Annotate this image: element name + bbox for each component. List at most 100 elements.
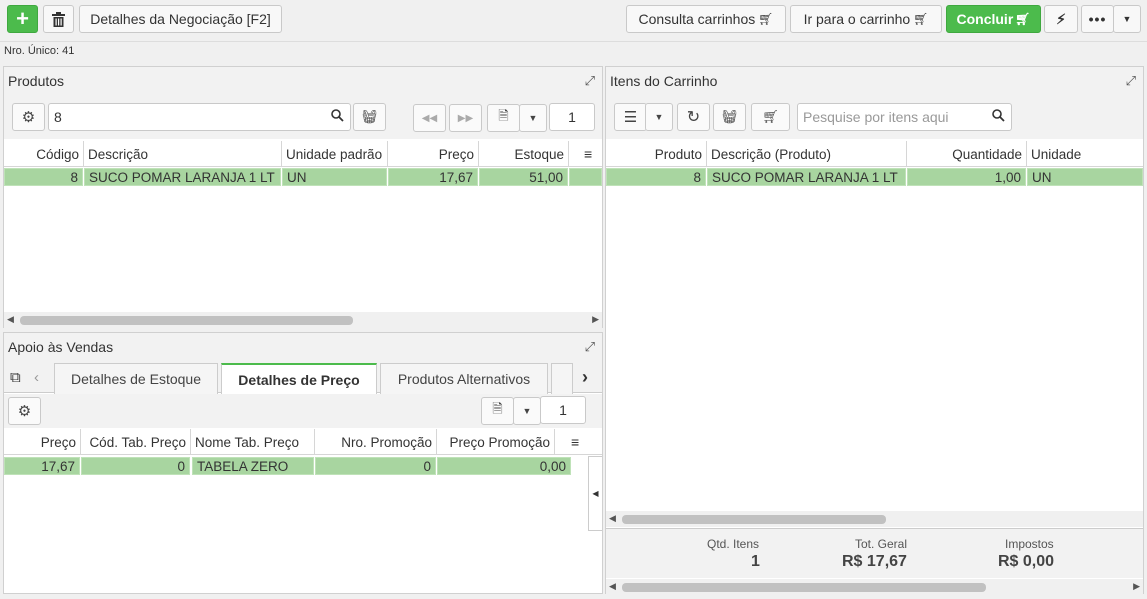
impostos-label: Impostos	[1005, 537, 1054, 551]
cart-icon: 🛒︎	[913, 12, 929, 26]
export-dropdown-button[interactable]: ▼	[519, 104, 547, 132]
col-nro-promocao[interactable]: Nro. Promoção	[315, 429, 437, 455]
clear-cart-button[interactable]: 🛒︎	[751, 103, 790, 131]
cart-search-input[interactable]: Pesquise por itens aqui	[797, 103, 1012, 131]
col-unidade[interactable]: Unidade padrão	[282, 141, 388, 167]
cell-quantidade: 1,00	[907, 168, 1026, 186]
produtos-hscrollbar[interactable]: ◀ ▶	[4, 312, 602, 328]
scroll-left-icon[interactable]: ◀	[609, 581, 616, 592]
action-button[interactable]: ⚡︎	[1044, 5, 1078, 33]
side-collapse-button[interactable]: ◀	[588, 456, 602, 531]
produtos-table-header: Código Descrição Unidade padrão Preço Es…	[4, 141, 602, 167]
cell-descricao: SUCO POMAR LARANJA 1 LT	[707, 168, 906, 186]
scroll-thumb[interactable]	[20, 316, 353, 325]
scroll-left-icon[interactable]: ◀	[609, 513, 616, 524]
ir-carrinho-button[interactable]: Ir para o carrinho 🛒︎	[790, 5, 942, 33]
list-view-button[interactable]: ☰	[614, 103, 647, 131]
concluir-button[interactable]: Concluir 🛒︎	[946, 5, 1041, 33]
list-dropdown-button[interactable]: ▼	[645, 103, 673, 131]
refresh-button[interactable]: ↻	[677, 103, 710, 131]
caret-down-icon: ▼	[654, 112, 664, 122]
produto-search-input[interactable]: 8	[48, 103, 351, 131]
settings-button[interactable]: ⚙︎	[12, 103, 45, 131]
next-page-button[interactable]: ▶▶	[449, 104, 482, 132]
scroll-left-icon[interactable]: ◀	[7, 314, 14, 325]
negotiation-details-label: Detalhes da Negociação [F2]	[90, 11, 271, 27]
export-button[interactable]: 🗎︎	[487, 104, 520, 132]
table-row[interactable]: 8 SUCO POMAR LARANJA 1 LT 1,00 UN	[606, 167, 1143, 187]
column-menu-icon[interactable]: ≡	[571, 429, 589, 455]
file-icon: 🗎︎	[492, 401, 503, 416]
summary-hscrollbar[interactable]: ◀ ▶	[606, 579, 1143, 595]
apoio-vendas-panel: Apoio às Vendas ⤢ ⧉ ‹ Detalhes de Estoqu…	[3, 332, 603, 594]
page-input[interactable]: 1	[540, 396, 586, 424]
tab-detalhes-preco[interactable]: Detalhes de Preço	[221, 363, 377, 394]
gear-icon: ⚙︎	[21, 109, 36, 126]
col-estoque[interactable]: Estoque	[479, 141, 569, 167]
tab-detalhes-estoque[interactable]: Detalhes de Estoque	[54, 363, 218, 394]
lightning-icon: ⚡︎	[1056, 10, 1066, 27]
export-button[interactable]: 🗎︎	[481, 397, 514, 425]
consulta-carrinhos-label: Consulta carrinhos	[638, 11, 756, 27]
col-quantidade[interactable]: Quantidade	[907, 141, 1027, 167]
tab-scroll-left-icon[interactable]: ‹	[34, 369, 39, 386]
copy-icon[interactable]: ⧉	[10, 369, 21, 386]
basket-button[interactable]: 🧺︎	[713, 103, 746, 131]
col-nome-tab-preco[interactable]: Nome Tab. Preço	[191, 429, 315, 455]
export-dropdown-button[interactable]: ▼	[513, 397, 541, 425]
carrinho-hscrollbar[interactable]: ◀	[606, 511, 1143, 527]
consulta-carrinhos-button[interactable]: Consulta carrinhos 🛒︎	[626, 5, 786, 33]
tab-produtos-alternativos[interactable]: Produtos Alternativos	[380, 363, 548, 394]
tab-label: Detalhes de Estoque	[71, 371, 201, 387]
first-page-button[interactable]: ◀◀	[413, 104, 446, 132]
table-row[interactable]: 17,67 0 TABELA ZERO 0 0,00	[4, 456, 602, 476]
col-descricao[interactable]: Descrição	[84, 141, 282, 167]
table-row[interactable]: 8 SUCO POMAR LARANJA 1 LT UN 17,67 51,00	[4, 167, 602, 187]
expand-icon[interactable]: ⤢	[585, 339, 595, 355]
col-codigo[interactable]: Código	[4, 141, 84, 167]
search-placeholder: Pesquise por itens aqui	[803, 109, 949, 125]
add-to-cart-button[interactable]: 🧺︎	[353, 103, 386, 131]
more-dropdown-button[interactable]: ▼	[1113, 5, 1141, 33]
scroll-thumb[interactable]	[622, 515, 886, 524]
expand-icon[interactable]: ⤢	[1126, 73, 1136, 89]
delete-button[interactable]	[43, 5, 74, 33]
column-menu-icon[interactable]: ≡	[584, 141, 602, 167]
search-icon[interactable]	[992, 109, 1005, 125]
col-cod-tab-preco[interactable]: Cód. Tab. Preço	[81, 429, 191, 455]
produtos-title: Produtos	[8, 73, 65, 89]
cell-preco: 17,67	[4, 457, 80, 475]
col-preco[interactable]: Preço	[4, 429, 81, 455]
rewind-icon: ◀◀	[421, 112, 438, 124]
tab-more[interactable]	[551, 363, 573, 394]
page-input[interactable]: 1	[549, 103, 595, 131]
concluir-label: Concluir	[956, 11, 1014, 27]
fast-forward-icon: ▶▶	[457, 112, 474, 124]
caret-down-icon: ▼	[528, 113, 538, 123]
col-preco-promocao[interactable]: Preço Promoção	[437, 429, 555, 455]
search-icon[interactable]	[331, 109, 344, 125]
scroll-thumb[interactable]	[622, 583, 986, 592]
cell-produto: 8	[606, 168, 706, 186]
col-unidade[interactable]: Unidade	[1027, 141, 1143, 167]
col-produto[interactable]: Produto	[606, 141, 707, 167]
col-descricao-produto[interactable]: Descrição (Produto)	[707, 141, 907, 167]
qtd-itens-label: Qtd. Itens	[707, 537, 760, 551]
apoio-title: Apoio às Vendas	[8, 339, 114, 355]
tot-geral-label: Tot. Geral	[855, 537, 908, 551]
carrinho-title: Itens do Carrinho	[610, 73, 718, 89]
expand-icon[interactable]: ⤢	[585, 73, 595, 89]
tab-scroll-right-icon[interactable]: ›	[582, 367, 588, 388]
apoio-table-header: Preço Cód. Tab. Preço Nome Tab. Preço Nr…	[4, 429, 602, 455]
cell-extra	[569, 168, 602, 186]
add-button[interactable]: +	[7, 5, 38, 33]
ellipsis-icon: •••	[1088, 11, 1107, 27]
settings-button[interactable]: ⚙︎	[8, 397, 41, 425]
col-preco[interactable]: Preço	[388, 141, 479, 167]
more-options-button[interactable]: •••	[1081, 5, 1114, 33]
scroll-right-icon[interactable]: ▶	[592, 314, 599, 325]
list-icon: ☰	[623, 109, 638, 126]
cell-nro-promo: 0	[315, 457, 436, 475]
negotiation-details-button[interactable]: Detalhes da Negociação [F2]	[79, 5, 282, 33]
scroll-right-icon[interactable]: ▶	[1133, 581, 1140, 592]
